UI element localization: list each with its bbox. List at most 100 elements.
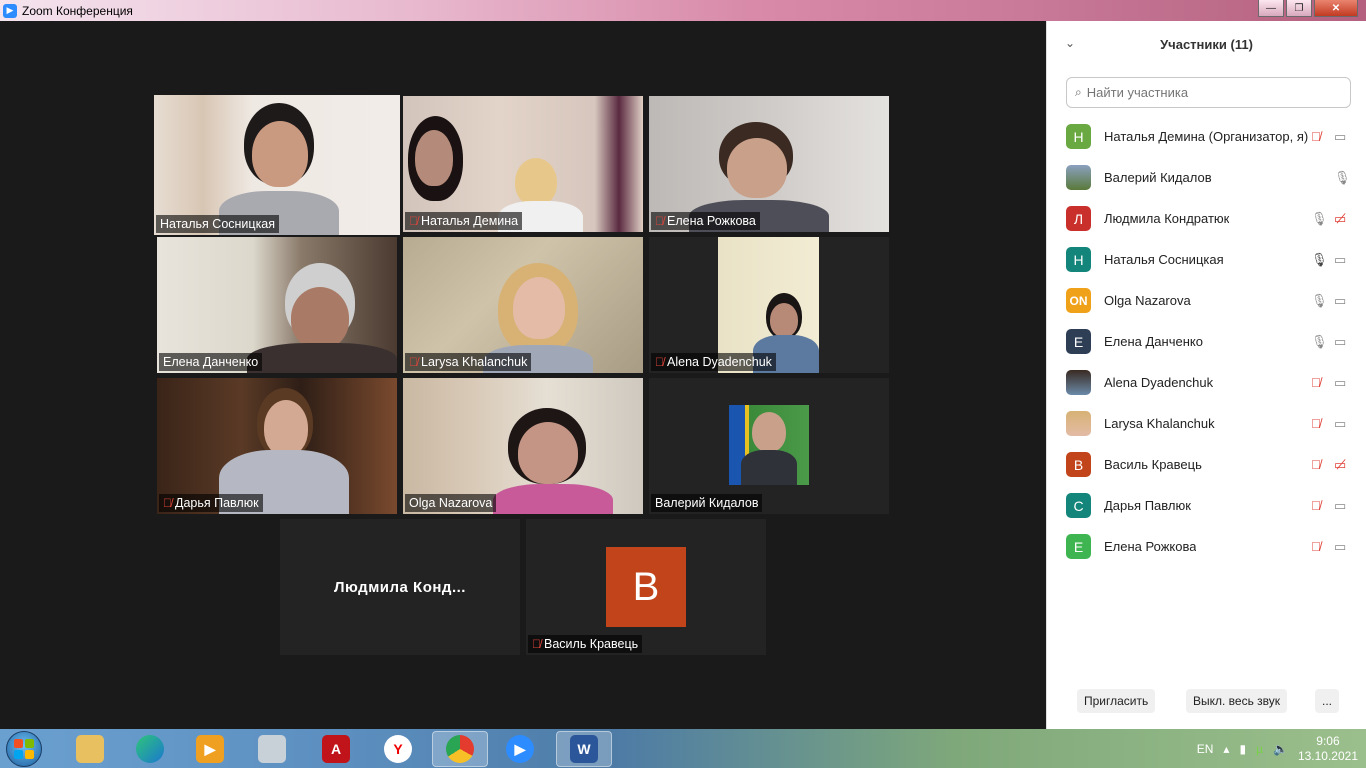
utorrent-icon[interactable]: µ: [1256, 742, 1263, 756]
participant-name: Olga Nazarova: [1104, 293, 1191, 308]
video-gallery: Наталья Сосницкая 🎙̸ Наталья Демина 🎙̸ Еле…: [0, 21, 1046, 729]
camera-icon[interactable]: ▭: [1334, 375, 1346, 391]
camera-icon[interactable]: ▭: [1334, 539, 1346, 555]
explorer-taskbar-icon[interactable]: [62, 731, 118, 767]
maximize-button[interactable]: ❐: [1286, 0, 1312, 17]
video-tile[interactable]: 🎙̸ Дарья Павлюк: [157, 378, 397, 514]
camera-icon[interactable]: ▭: [1334, 252, 1346, 268]
participant-name: Людмила Кондратюк: [1104, 211, 1230, 226]
name-tag: Елена Данченко: [159, 353, 263, 371]
show-hidden-icons-icon[interactable]: ▴: [1223, 742, 1229, 756]
invite-button[interactable]: Пригласить: [1077, 689, 1156, 713]
mic-active-icon[interactable]: 🎙: [1311, 252, 1328, 268]
video-tile[interactable]: 🎙̸ Наталья Демина: [403, 96, 643, 232]
participants-panel: ⌄ Участники (11) ⌕ Н Наталья Демина (Орг…: [1046, 21, 1366, 729]
avatar: В: [1066, 452, 1091, 477]
search-input[interactable]: [1086, 85, 1327, 100]
participant-search[interactable]: ⌕: [1066, 77, 1351, 108]
participant-row[interactable]: Larysa Khalanchuk 🎙̸ ▭: [1047, 403, 1366, 444]
name-tag: 🎙̸ Дарья Павлюк: [159, 494, 263, 512]
name-tag: Валерий Кидалов: [651, 494, 763, 512]
video-tile[interactable]: Olga Nazarova: [403, 378, 643, 514]
participant-name: Дарья Павлюк: [175, 496, 259, 510]
more-button[interactable]: ...: [1315, 689, 1340, 713]
word-taskbar-icon[interactable]: W: [556, 731, 612, 767]
camera-icon[interactable]: ▭: [1334, 129, 1346, 145]
clock[interactable]: 9:06 13.10.2021: [1298, 734, 1358, 764]
mic-icon[interactable]: 🎙: [1311, 334, 1328, 350]
participant-name: Людмила Конд...: [334, 578, 466, 596]
camera-icon[interactable]: ▭: [1334, 334, 1346, 350]
mic-muted-icon[interactable]: 🎙̸: [1311, 539, 1321, 554]
camera-off-icon[interactable]: ▭̸: [1334, 211, 1346, 227]
participant-name: Елена Данченко: [163, 355, 259, 369]
panel-footer: Пригласить Выкл. весь звук ...: [1047, 689, 1366, 715]
minimize-button[interactable]: —: [1258, 0, 1284, 17]
volume-icon[interactable]: 🔈: [1273, 742, 1288, 756]
taskbar: ▶ A Y ▶ W EN ▴ ▮ µ 🔈 9:06 13.10.2021: [0, 729, 1366, 768]
participant-name: Елена Рожкова: [667, 214, 756, 228]
collapse-chevron-icon[interactable]: ⌄: [1065, 36, 1075, 50]
chrome-taskbar-icon[interactable]: [432, 731, 488, 767]
video-tile-no-video[interactable]: Людмила Конд...: [280, 519, 520, 655]
acrobat-taskbar-icon[interactable]: A: [308, 731, 364, 767]
name-tag: 🎙̸ Наталья Демина: [405, 212, 523, 230]
mic-muted-icon[interactable]: 🎙̸: [1311, 457, 1321, 472]
camera-icon[interactable]: ▭: [1334, 498, 1346, 514]
mic-icon[interactable]: 🎙: [1334, 170, 1351, 186]
mute-all-button[interactable]: Выкл. весь звук: [1186, 689, 1288, 713]
video-tile[interactable]: Валерий Кидалов: [649, 378, 889, 514]
mic-muted-icon: 🎙̸: [532, 637, 541, 651]
participant-list: Н Наталья Демина (Организатор, я) 🎙̸ ▭ В…: [1047, 116, 1366, 567]
participant-name: Olga Nazarova: [409, 496, 493, 510]
avatar: С: [1066, 493, 1091, 518]
video-tile[interactable]: 🎙̸ Елена Рожкова: [649, 96, 889, 232]
participant-row[interactable]: Е Елена Данченко 🎙 ▭: [1047, 321, 1366, 362]
participant-row[interactable]: Е Елена Рожкова 🎙̸ ▭: [1047, 526, 1366, 567]
camera-icon[interactable]: ▭: [1334, 293, 1346, 309]
video-tile[interactable]: Наталья Сосницкая: [154, 95, 400, 235]
participant-name: Елена Рожкова: [1104, 539, 1197, 554]
yandex-taskbar-icon[interactable]: Y: [370, 731, 426, 767]
participant-row[interactable]: Alena Dyadenchuk 🎙̸ ▭: [1047, 362, 1366, 403]
name-tag: Olga Nazarova: [405, 494, 497, 512]
mic-muted-icon[interactable]: 🎙̸: [1311, 375, 1321, 390]
avatar: Е: [1066, 329, 1091, 354]
mic-muted-icon[interactable]: 🎙̸: [1311, 129, 1321, 144]
video-tile[interactable]: 🎙̸ Alena Dyadenchuk: [649, 237, 889, 373]
close-button[interactable]: ✕: [1314, 0, 1358, 17]
calculator-taskbar-icon[interactable]: [244, 731, 300, 767]
participant-name: Alena Dyadenchuk: [1104, 375, 1214, 390]
camera-off-icon[interactable]: ▭̸: [1334, 457, 1346, 473]
panel-header: ⌄ Участники (11): [1047, 21, 1366, 67]
mic-muted-icon: 🎙̸: [409, 214, 418, 228]
edge-taskbar-icon[interactable]: [122, 731, 178, 767]
video-tile[interactable]: Елена Данченко: [157, 237, 397, 373]
participant-row[interactable]: С Дарья Павлюк 🎙̸ ▭: [1047, 485, 1366, 526]
participant-name: Василь Кравець: [1104, 457, 1202, 472]
network-icon[interactable]: ▮: [1239, 742, 1246, 756]
system-tray: EN ▴ ▮ µ 🔈 9:06 13.10.2021: [1197, 729, 1358, 768]
participant-row[interactable]: В Василь Кравець 🎙̸ ▭̸: [1047, 444, 1366, 485]
mic-icon[interactable]: 🎙: [1311, 211, 1328, 227]
participant-row[interactable]: Валерий Кидалов 🎙: [1047, 157, 1366, 198]
participant-row[interactable]: Н Наталья Сосницкая 🎙 ▭: [1047, 239, 1366, 280]
language-indicator[interactable]: EN: [1197, 742, 1214, 756]
participant-row[interactable]: ON Olga Nazarova 🎙 ▭: [1047, 280, 1366, 321]
mic-muted-icon[interactable]: 🎙̸: [1311, 498, 1321, 513]
participant-name: Larysa Khalanchuk: [1104, 416, 1215, 431]
camera-icon[interactable]: ▭: [1334, 416, 1346, 432]
avatar: Н: [1066, 247, 1091, 272]
media-player-taskbar-icon[interactable]: ▶: [182, 731, 238, 767]
start-button[interactable]: [6, 731, 42, 767]
zoom-taskbar-icon[interactable]: ▶: [492, 731, 548, 767]
participant-row[interactable]: Л Людмила Кондратюк 🎙 ▭̸: [1047, 198, 1366, 239]
video-tile[interactable]: 🎙̸ Larysa Khalanchuk: [403, 237, 643, 373]
mic-muted-icon[interactable]: 🎙̸: [1311, 416, 1321, 431]
name-tag: 🎙̸ Larysa Khalanchuk: [405, 353, 532, 371]
video-tile-no-video[interactable]: В 🎙̸ Василь Кравець: [526, 519, 766, 655]
participant-name: Alena Dyadenchuk: [667, 355, 772, 369]
mic-icon[interactable]: 🎙: [1311, 293, 1328, 309]
clock-time: 9:06: [1316, 733, 1340, 748]
participant-row[interactable]: Н Наталья Демина (Организатор, я) 🎙̸ ▭: [1047, 116, 1366, 157]
